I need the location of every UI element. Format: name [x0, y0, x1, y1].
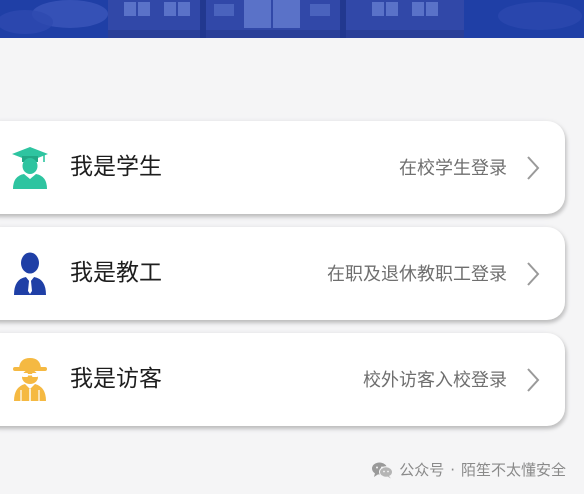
role-title-visitor: 我是访客 — [70, 366, 162, 392]
role-description-student: 在校学生登录 — [399, 158, 507, 179]
staff-person-icon — [10, 251, 50, 295]
footer-prefix: 公众号 — [399, 461, 445, 479]
role-title-staff: 我是教工 — [70, 260, 162, 286]
role-description-staff: 在职及退休教职工登录 — [327, 264, 507, 285]
footer-account-name: 陌笙不太懂安全 — [460, 461, 566, 479]
visitor-login-card[interactable]: 我是访客 校外访客入校登录 — [0, 333, 565, 426]
chevron-right-icon — [525, 366, 541, 394]
chevron-right-icon — [525, 260, 541, 288]
header-banner — [0, 0, 584, 38]
wechat-icon — [372, 462, 394, 479]
wechat-account-watermark: 公众号 · 陌笙不太懂安全 — [371, 459, 566, 481]
campus-building-illustration — [0, 0, 584, 38]
student-graduate-icon — [10, 145, 50, 189]
role-title-student: 我是学生 — [70, 154, 162, 180]
staff-login-card[interactable]: 我是教工 在职及退休教职工登录 — [0, 227, 565, 320]
visitor-detective-icon — [10, 357, 50, 401]
chevron-right-icon — [525, 154, 541, 182]
student-login-card[interactable]: 我是学生 在校学生登录 — [0, 121, 565, 214]
footer-separator: · — [450, 461, 455, 479]
role-description-visitor: 校外访客入校登录 — [363, 370, 507, 391]
